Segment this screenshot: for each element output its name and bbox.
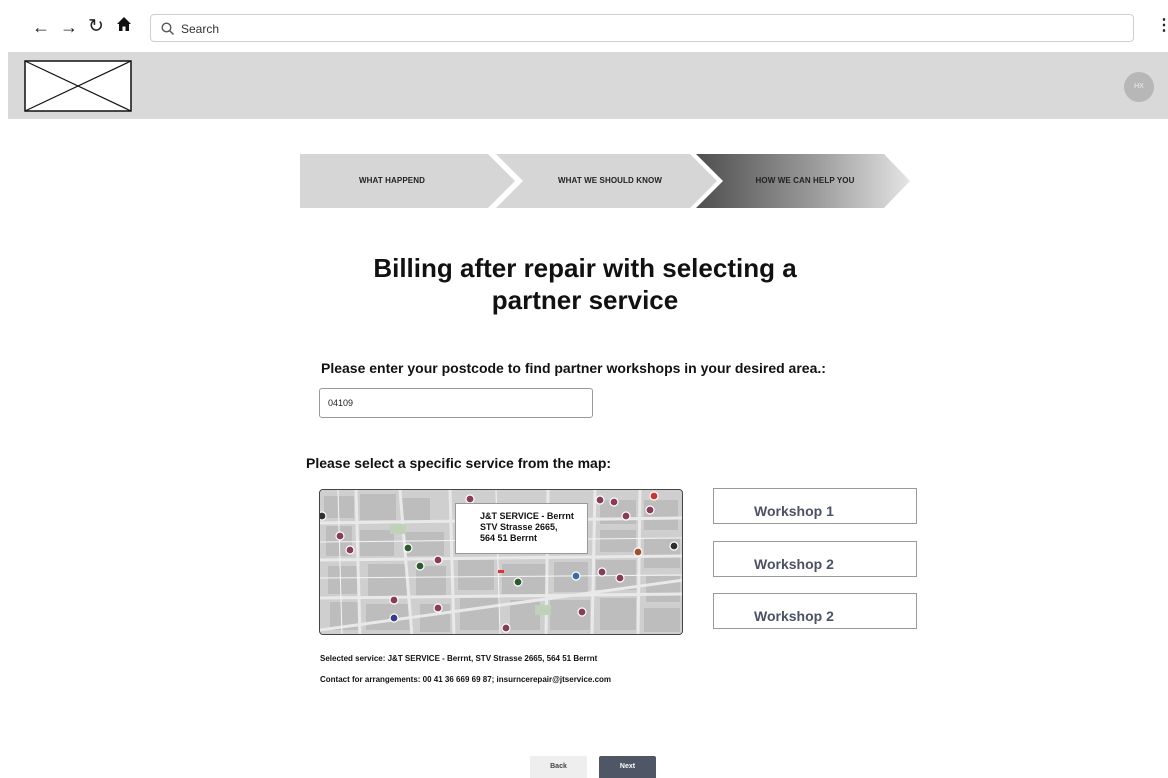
search-input[interactable] — [179, 19, 1083, 39]
step-label: HOW WE CAN HELP YOU — [755, 176, 855, 185]
postcode-label: Please enter your postcode to find partn… — [321, 360, 826, 376]
contact-text: Contact for arrangements: 00 41 36 669 6… — [320, 675, 612, 684]
step-label: WHAT WE SHOULD KNOW — [558, 176, 662, 185]
page-title-line-1: Billing after repair with selecting a — [373, 253, 797, 283]
step-label: WHAT HAPPEND — [359, 176, 425, 185]
reload-icon[interactable]: ↻ — [88, 17, 104, 37]
browser-search-box[interactable] — [150, 14, 1134, 42]
callout-line: J&T SERVICE - Berrnt — [480, 511, 574, 521]
forward-arrow-icon[interactable]: → — [60, 17, 78, 37]
kebab-menu-icon[interactable]: ⋮ — [1156, 18, 1168, 34]
search-icon — [161, 22, 175, 36]
page-title-line-2: partner service — [491, 285, 679, 315]
step-what-happend[interactable]: WHAT HAPPEND — [300, 154, 500, 208]
progress-stepper: WHAT HAPPEND WHAT WE SHOULD KNOW HOW WE … — [300, 154, 910, 208]
workshop-option-2[interactable]: Workshop 2 — [713, 541, 917, 577]
workshop-option-3[interactable]: Workshop 2 — [713, 593, 917, 629]
logo-placeholder[interactable] — [24, 60, 132, 112]
back-button[interactable]: Back — [530, 756, 587, 778]
callout-line: 564 51 Berrnt — [480, 533, 538, 543]
map-callout: J&T SERVICE - Berrnt STV Strasse 2665, 5… — [455, 503, 588, 554]
postcode-input[interactable] — [319, 388, 593, 418]
next-button[interactable]: Next — [599, 756, 656, 778]
workshop-option-1[interactable]: Workshop 1 — [713, 488, 917, 524]
map-label: Please select a specific service from th… — [306, 455, 612, 471]
site-header — [8, 52, 1168, 119]
step-what-we-should-know[interactable]: WHAT WE SHOULD KNOW — [510, 154, 710, 208]
page-title: Billing after repair with selecting a pa… — [300, 252, 870, 316]
callout-line: STV Strasse 2665, — [480, 522, 558, 532]
home-icon[interactable] — [116, 16, 132, 36]
avatar[interactable]: HX — [1124, 72, 1154, 102]
browser-toolbar: ← → ↻ ⋮ — [0, 0, 1168, 52]
service-map[interactable]: J&T SERVICE - Berrnt STV Strasse 2665, 5… — [319, 489, 683, 635]
step-how-we-can-help-you[interactable]: HOW WE CAN HELP YOU — [705, 154, 905, 208]
selected-service-text: Selected service: J&T SERVICE - Berrnt, … — [320, 654, 598, 663]
back-arrow-icon[interactable]: ← — [32, 17, 50, 37]
